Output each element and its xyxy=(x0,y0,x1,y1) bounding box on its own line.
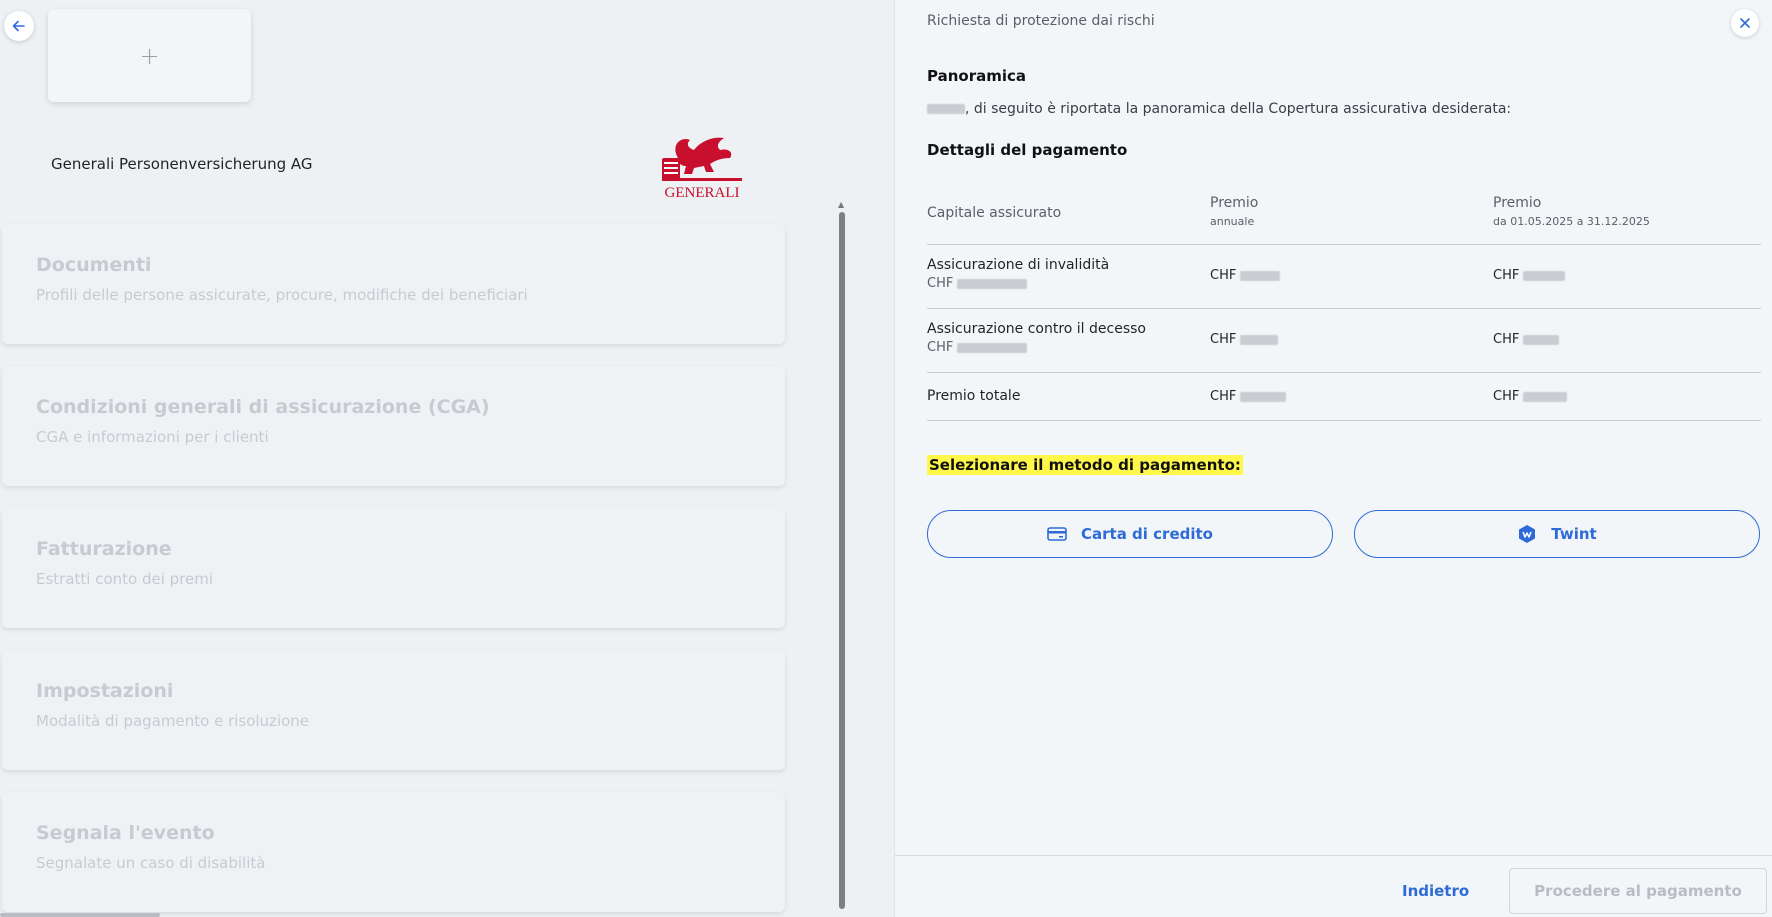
left-pane: + Generali Personenversicherung AG GENER… xyxy=(0,0,893,917)
proceed-to-payment-button[interactable]: Procedere al pagamento xyxy=(1509,868,1767,914)
credit-card-button[interactable]: Carta di credito xyxy=(927,510,1333,558)
row-label: Assicurazione di invalidità xyxy=(927,257,1110,273)
menu-item-title: Segnala l'evento xyxy=(36,822,215,844)
menu-item-cga[interactable]: Condizioni generali di assicurazione (CG… xyxy=(2,366,785,486)
menu-item-subtitle: Segnalate un caso di disabilità xyxy=(36,854,266,872)
row-capital: CHF xyxy=(927,276,1109,291)
risk-protection-panel: Richiesta di protezione dai rischi Panor… xyxy=(894,0,1772,917)
credit-card-label: Carta di credito xyxy=(1081,525,1213,543)
twint-label: Twint xyxy=(1551,525,1597,543)
logo-wordmark: GENERALI xyxy=(665,185,740,200)
panel-footer: Indietro Procedere al pagamento xyxy=(895,855,1772,917)
plus-icon: + xyxy=(139,41,160,70)
menu-item-documenti[interactable]: Documenti Profili delle persone assicura… xyxy=(2,224,785,344)
row-period-premium: CHF xyxy=(1493,332,1560,347)
column-header-premium-period: Premio xyxy=(1493,195,1542,211)
back-button[interactable]: Indietro xyxy=(1402,882,1469,900)
menu-item-segnala[interactable]: Segnala l'evento Segnalate un caso di di… xyxy=(2,792,785,912)
intro-text-body: , di seguito è riportata la panoramica d… xyxy=(965,101,1512,117)
arrow-left-icon xyxy=(12,20,25,32)
menu-item-title: Impostazioni xyxy=(36,680,174,702)
column-header-premium-annual: Premio xyxy=(1210,195,1259,211)
row-annual-premium: CHF xyxy=(1210,389,1287,404)
menu-item-subtitle: Estratti conto dei premi xyxy=(36,570,214,588)
scroll-up-arrow-icon[interactable]: ▲ xyxy=(838,200,844,209)
menu-item-subtitle: CGA e informazioni per i clienti xyxy=(36,428,269,446)
add-card[interactable]: + xyxy=(48,9,251,102)
table-row: Assicurazione di invalidità CHF CHF CHF xyxy=(927,245,1761,309)
menu-item-impostazioni[interactable]: Impostazioni Modalità di pagamento e ris… xyxy=(2,650,785,770)
table-row-total: Premio totale CHF CHF xyxy=(927,373,1761,421)
menu-item-subtitle: Profili delle persone assicurate, procur… xyxy=(36,286,528,304)
row-capital: CHF xyxy=(927,340,1146,355)
menu-list: Documenti Profili delle persone assicura… xyxy=(2,224,785,917)
table-header: Capitale assicurato Premio annuale Premi… xyxy=(927,190,1761,245)
row-period-premium: CHF xyxy=(1493,389,1568,404)
credit-card-icon xyxy=(1047,527,1067,541)
close-button[interactable] xyxy=(1731,9,1759,37)
back-arrow-button[interactable] xyxy=(4,11,34,41)
twint-button[interactable]: Twint xyxy=(1354,510,1760,558)
horizontal-scrollbar-thumb[interactable] xyxy=(0,913,160,917)
row-annual-premium: CHF xyxy=(1210,332,1279,347)
menu-item-subtitle: Modalità di pagamento e risoluzione xyxy=(36,712,310,730)
company-name: Generali Personenversicherung AG xyxy=(51,155,313,173)
payment-details-title: Dettagli del pagamento xyxy=(927,141,1128,159)
column-subheader-period: da 01.05.2025 a 31.12.2025 xyxy=(1493,215,1650,228)
row-period-premium: CHF xyxy=(1493,268,1566,283)
menu-item-title: Fatturazione xyxy=(36,538,172,560)
column-subheader-annual: annuale xyxy=(1210,215,1255,228)
row-annual-premium: CHF xyxy=(1210,268,1281,283)
generali-logo: GENERALI xyxy=(662,137,742,200)
menu-item-title: Documenti xyxy=(36,254,152,276)
overview-title: Panoramica xyxy=(927,67,1027,85)
redacted-name xyxy=(927,104,965,114)
premium-table: Capitale assicurato Premio annuale Premi… xyxy=(927,190,1761,421)
intro-text: , di seguito è riportata la panoramica d… xyxy=(927,101,1511,117)
panel-header: Richiesta di protezione dai rischi xyxy=(927,13,1155,29)
column-header-capital: Capitale assicurato xyxy=(927,205,1062,221)
menu-item-title: Condizioni generali di assicurazione (CG… xyxy=(36,396,490,418)
table-row: Assicurazione contro il decesso CHF CHF … xyxy=(927,309,1761,373)
row-label: Premio totale xyxy=(927,388,1021,404)
menu-item-fatturazione[interactable]: Fatturazione Estratti conto dei premi xyxy=(2,508,785,628)
close-icon xyxy=(1740,18,1750,28)
select-payment-label: Selezionare il metodo di pagamento: xyxy=(927,455,1243,475)
twint-icon xyxy=(1519,525,1536,543)
vertical-scrollbar-thumb[interactable] xyxy=(839,212,845,909)
row-label: Assicurazione contro il decesso xyxy=(927,321,1146,337)
